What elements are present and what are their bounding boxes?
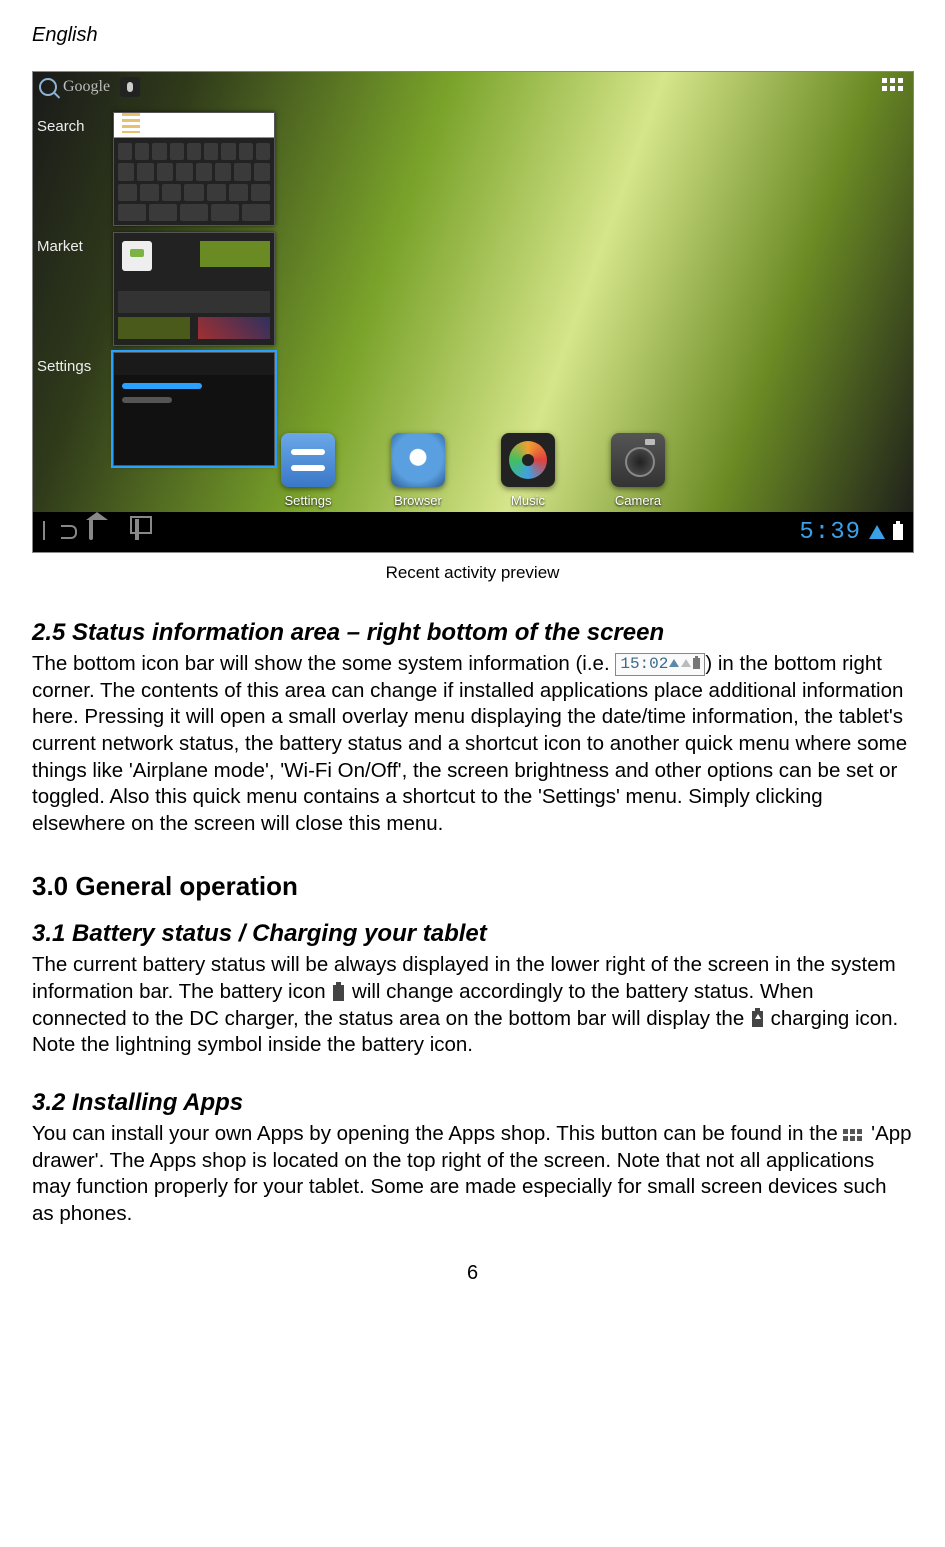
- recent-apps-button[interactable]: [135, 521, 157, 543]
- recent-item-market[interactable]: Market: [33, 230, 293, 348]
- browser-icon: [391, 433, 445, 487]
- dock-label: Camera: [615, 493, 661, 508]
- status-bar-example: 15:02: [615, 653, 705, 677]
- battery-icon: [893, 524, 903, 540]
- voice-search-button[interactable]: [120, 77, 140, 97]
- clock: 5:39: [799, 519, 861, 546]
- recent-thumb-market: [113, 232, 275, 346]
- mic-icon: [127, 82, 133, 92]
- page-number: 6: [32, 1262, 913, 1285]
- dock-app-camera[interactable]: Camera: [611, 433, 665, 508]
- search-hint: Google: [63, 78, 110, 96]
- heading-3.0: 3.0 General operation: [32, 871, 913, 902]
- recent-label: Market: [37, 232, 107, 255]
- wifi-icon: [869, 525, 885, 539]
- battery-icon: [693, 658, 700, 669]
- paragraph-2.5: The bottom icon bar will show the some s…: [32, 651, 913, 837]
- screenshot-topbar: Google: [33, 72, 913, 102]
- status-area[interactable]: 5:39: [799, 519, 903, 546]
- app-drawer-button[interactable]: [882, 78, 903, 91]
- dock: Settings Browser Music Camera: [33, 412, 913, 508]
- tablet-screenshot: Google Search Market Settings: [32, 71, 914, 553]
- google-search-widget[interactable]: Google: [39, 77, 140, 97]
- battery-icon: [333, 985, 344, 1001]
- heading-3.2: 3.2 Installing Apps: [32, 1089, 913, 1117]
- dock-label: Settings: [285, 493, 332, 508]
- screenshot-caption: Recent activity preview: [32, 563, 913, 583]
- recent-item-search[interactable]: Search: [33, 110, 293, 228]
- heading-3.1: 3.1 Battery status / Charging your table…: [32, 920, 913, 948]
- recent-label: Search: [37, 112, 107, 135]
- dock-app-settings[interactable]: Settings: [281, 433, 335, 508]
- settings-icon: [281, 433, 335, 487]
- app-drawer-icon: [843, 1129, 862, 1141]
- battery-charging-icon: [752, 1011, 763, 1027]
- dock-app-music[interactable]: Music: [501, 433, 555, 508]
- heading-2.5: 2.5 Status information area – right bott…: [32, 619, 913, 647]
- system-navbar: 5:39: [33, 512, 913, 552]
- back-button[interactable]: [43, 521, 65, 543]
- recent-thumb-search: [113, 112, 275, 226]
- header-language: English: [32, 24, 913, 47]
- search-icon: [39, 78, 57, 96]
- paragraph-3.1: The current battery status will be alway…: [32, 952, 913, 1059]
- music-icon: [501, 433, 555, 487]
- dock-app-browser[interactable]: Browser: [391, 433, 445, 508]
- camera-icon: [611, 433, 665, 487]
- dock-label: Browser: [394, 493, 442, 508]
- home-button[interactable]: [89, 521, 111, 543]
- dock-label: Music: [511, 493, 545, 508]
- recent-label: Settings: [37, 352, 107, 375]
- paragraph-3.2: You can install your own Apps by opening…: [32, 1121, 913, 1228]
